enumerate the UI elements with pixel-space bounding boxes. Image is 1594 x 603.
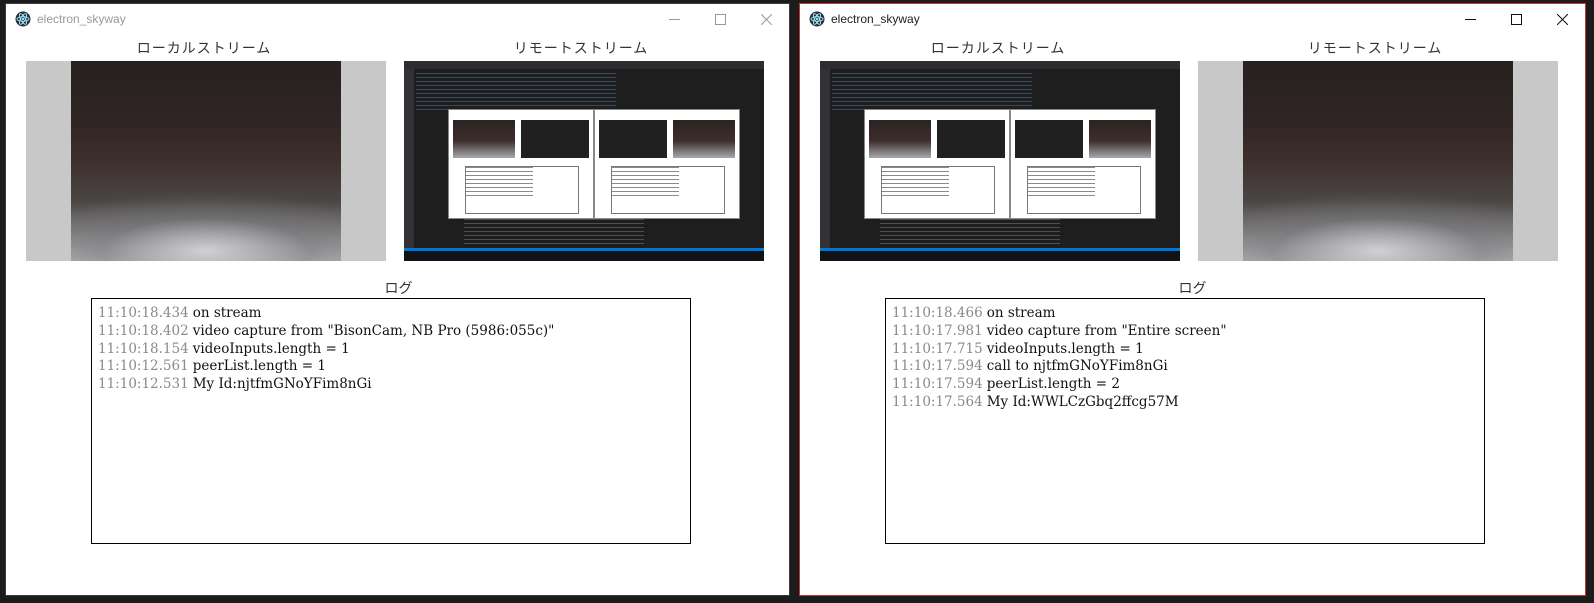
close-button[interactable]: [1539, 4, 1585, 34]
log-line: 11:10:18.402 video capture from "BisonCam…: [98, 322, 555, 339]
app-window-2[interactable]: electron_skyway ローカルストリーム リモートストリーム ログ 1…: [799, 3, 1586, 596]
window-controls: [651, 4, 789, 34]
log-label: ログ: [384, 281, 413, 297]
titlebar[interactable]: electron_skyway: [800, 4, 1585, 34]
log-line: 11:10:18.154 videoInputs.length = 1: [98, 340, 350, 357]
nested-window: [448, 109, 594, 219]
electron-atom-icon: [15, 11, 31, 27]
log-line: 11:10:12.531 My Id:njtfmGNoYFim8nGi: [98, 376, 372, 393]
nested-window: [1010, 109, 1156, 219]
log-line: 11:10:12.561 peerList.length = 1: [98, 358, 326, 375]
remote-video: [404, 61, 764, 261]
titlebar[interactable]: electron_skyway: [6, 4, 789, 34]
remote-stream-label: リモートストリーム: [1307, 41, 1443, 57]
remote-stream-label: リモートストリーム: [513, 41, 649, 57]
maximize-button[interactable]: [1493, 4, 1539, 34]
remote-video: [1198, 61, 1558, 261]
local-stream-label: ローカルストリーム: [136, 41, 272, 57]
local-video: [820, 61, 1180, 261]
log-label: ログ: [1178, 281, 1207, 297]
camera-feed: [1243, 61, 1513, 261]
taskbar: [820, 251, 1180, 261]
log-box[interactable]: 11:10:18.466 on stream 11:10:17.981 video …: [885, 298, 1485, 544]
nested-window: [594, 109, 740, 219]
minimize-button[interactable]: [651, 4, 697, 34]
taskbar: [404, 251, 764, 261]
log-line: 11:10:17.594 call to njtfmGNoYFim8nGi: [892, 358, 1168, 375]
log-line: 11:10:18.466 on stream: [892, 305, 1056, 321]
maximize-icon: [1510, 13, 1522, 25]
close-icon: [760, 13, 772, 25]
maximize-button[interactable]: [697, 4, 743, 34]
log-box[interactable]: 11:10:18.434 on stream 11:10:18.402 video …: [91, 298, 691, 544]
log-line: 11:10:17.564 My Id:WWLCzGbq2ffcg57M: [892, 393, 1179, 410]
log-line: 11:10:18.434 on stream: [98, 305, 262, 321]
close-icon: [1556, 13, 1568, 25]
minimize-button[interactable]: [1447, 4, 1493, 34]
maximize-icon: [714, 13, 726, 25]
camera-feed: [71, 61, 341, 261]
window-content: ローカルストリーム リモートストリーム: [800, 34, 1585, 595]
minimize-icon: [1464, 18, 1476, 20]
app-window-1[interactable]: electron_skyway ローカルストリーム リモートストリーム ログ 1…: [5, 3, 790, 596]
nested-window: [864, 109, 1010, 219]
close-button[interactable]: [743, 4, 789, 34]
desktop: electron_skyway ローカルストリーム リモートストリーム ログ 1…: [0, 0, 1594, 603]
log-line: 11:10:17.594 peerList.length = 2: [892, 376, 1120, 393]
log-line: 11:10:17.981 video capture from "Entire s…: [892, 322, 1227, 339]
local-stream-label: ローカルストリーム: [930, 41, 1066, 57]
window-title: electron_skyway: [37, 12, 126, 26]
minimize-icon: [668, 18, 680, 20]
log-line: 11:10:17.715 videoInputs.length = 1: [892, 340, 1144, 357]
window-controls: [1447, 4, 1585, 34]
electron-atom-icon: [809, 11, 825, 27]
window-content: ローカルストリーム リモートストリーム: [6, 34, 789, 595]
local-video: [26, 61, 386, 261]
window-title: electron_skyway: [831, 12, 920, 26]
